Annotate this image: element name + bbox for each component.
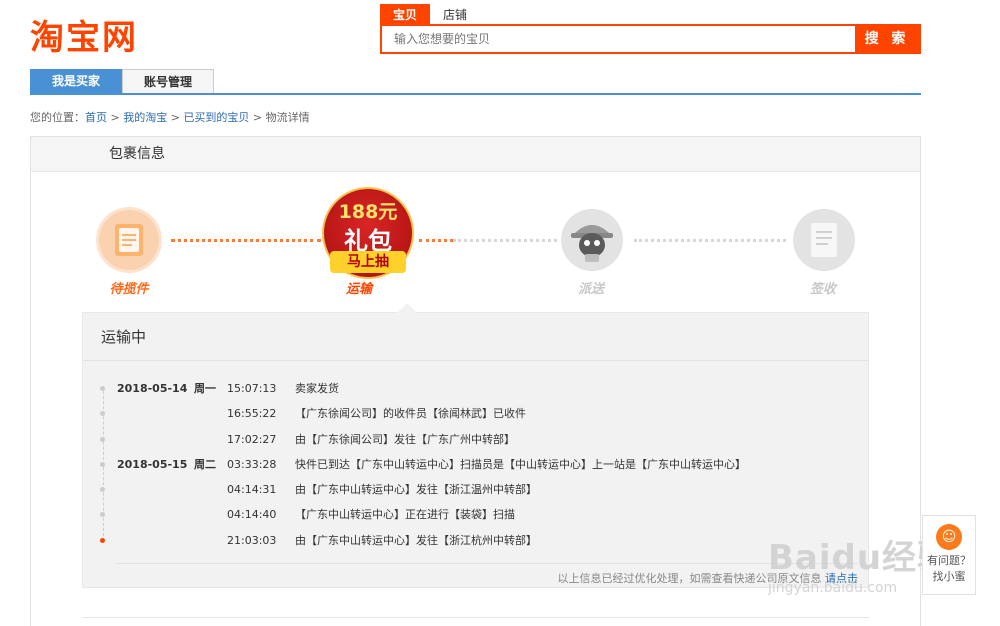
breadcrumb-home[interactable]: 首页 [85, 111, 107, 124]
tracking-timeline: 2018-05-14 周一 15:07:13 卖家发货 16:55:22 【广东徐闻公司… [83, 376, 870, 553]
progress-line-2b [453, 239, 557, 242]
help-assistant-widget[interactable]: ☺ 有问题？ 找小蜜 [922, 515, 976, 595]
timeline-row: 17:02:27 由【广东徐闻公司】发往【广东广州中转部】 [83, 427, 870, 452]
main-nav: 我是买家 账号管理 [30, 69, 921, 95]
timeline-row: 21:03:03 由【广东中山转运中心】发往【浙江杭州中转部】 [83, 528, 870, 553]
tracking-note: 以上信息已经过优化处理，如需查看快递公司原文信息 请点击 [116, 563, 858, 586]
event-desc: 【广东中山转运中心】正在进行【装袋】扫描 [295, 508, 515, 522]
timeline-row: 04:14:31 由【广东中山转运中心】发往【浙江温州中转部】 [83, 477, 870, 502]
breadcrumb-bought-items[interactable]: 已买到的宝贝 [183, 111, 249, 124]
step-pickup-label: 待揽件 [109, 282, 149, 297]
event-desc: 由【广东中山转运中心】发往【浙江杭州中转部】 [295, 533, 537, 547]
event-desc: 卖家发货 [295, 382, 339, 395]
watermark-url: jingyan.baidu.com [768, 580, 898, 596]
event-time: 03:33:28 [227, 457, 277, 471]
tracking-status: 运输中 [83, 313, 868, 361]
timeline-dot [100, 461, 105, 467]
step-signed-icon [791, 207, 857, 273]
nav-tab-buyer[interactable]: 我是买家 [30, 69, 122, 93]
timeline-dot [100, 487, 105, 493]
timeline-row: 2018-05-15 周二 03:33:28 快件已到达【广东中山转运中心】扫描员是【… [83, 452, 870, 477]
search-input[interactable] [382, 26, 855, 52]
progress-line-1 [171, 239, 321, 242]
event-desc: 快件已到达【广东中山转运中心】扫描员是【中山转运中心】上一站是【广东中山转运中心… [295, 457, 746, 471]
event-time: 04:14:40 [227, 508, 277, 522]
timeline-dot [100, 436, 105, 442]
progress-line-3 [634, 239, 786, 242]
progress-line-2a [419, 239, 453, 242]
step-pickup-icon [96, 207, 162, 273]
detail-pointer [397, 303, 417, 313]
breadcrumb-current: 物流详情 [265, 111, 310, 124]
event-date: 2018-05-15 [117, 457, 188, 471]
event-time: 15:07:13 [227, 382, 277, 395]
promo-amount: 188元 [338, 201, 398, 223]
search-tab-items[interactable]: 宝贝 [380, 4, 431, 26]
step-delivery-label: 派送 [577, 282, 604, 297]
event-weekday: 周一 [194, 382, 216, 395]
timeline-dot [100, 411, 105, 417]
taobao-logo[interactable]: 淘宝网 [30, 10, 138, 59]
breadcrumb-separator: > [107, 111, 124, 124]
timeline-row: 2018-05-14 周一 15:07:13 卖家发货 [83, 376, 870, 401]
breadcrumb-prefix: 您的位置： [30, 111, 85, 124]
event-time: 21:03:03 [227, 533, 277, 547]
step-signed-label: 签收 [809, 282, 836, 297]
timeline-dot [100, 386, 105, 391]
event-desc: 【广东徐闻公司】的收件员【徐闻林武】已收件 [295, 407, 526, 421]
breadcrumb-separator: > [167, 111, 184, 124]
search-area: 宝贝 店铺 搜 索 [380, 4, 921, 54]
search-box: 搜 索 [380, 26, 921, 54]
search-tab-underline [380, 24, 921, 26]
nav-tab-account[interactable]: 账号管理 [122, 69, 214, 93]
breadcrumb-my-taobao[interactable]: 我的淘宝 [123, 111, 167, 124]
promo-draw-button[interactable]: 马上抽 [330, 251, 406, 273]
timeline-row: 04:14:40 【广东中山转运中心】正在进行【装袋】扫描 [83, 502, 870, 527]
event-time: 16:55:22 [227, 407, 277, 421]
event-time: 17:02:27 [227, 432, 277, 446]
timeline-dot [100, 512, 105, 518]
timeline-row: 16:55:22 【广东徐闻公司】的收件员【徐闻林武】已收件 [83, 401, 870, 426]
event-time: 04:14:31 [227, 483, 277, 497]
search-button[interactable]: 搜 索 [855, 26, 919, 52]
progress-steps: 待揽件 188元 礼包 马上抽 运输 派送 签收 [31, 137, 922, 312]
helper-line-2: 找小蜜 [932, 570, 966, 583]
event-desc: 由【广东徐闻公司】发往【广东广州中转部】 [295, 432, 515, 446]
step-delivery-icon [559, 207, 625, 273]
tracking-detail: 运输中 2018-05-14 周一 15:07:13 卖家发货 16:55:22 【广东… [82, 303, 870, 588]
search-tabs: 宝贝 店铺 [380, 4, 921, 26]
promo-gift-badge[interactable]: 188元 礼包 马上抽 [322, 187, 414, 279]
breadcrumb: 您的位置：首页 > 我的淘宝 > 已买到的宝贝 > 物流详情 [30, 109, 310, 125]
event-weekday: 周二 [194, 457, 216, 471]
step-transit-label: 运输 [345, 282, 372, 297]
timeline-dot-current [100, 537, 105, 543]
event-date: 2018-05-14 [117, 382, 188, 395]
search-tab-shops[interactable]: 店铺 [430, 4, 480, 26]
event-desc: 由【广东中山转运中心】发往【浙江温州中转部】 [295, 483, 537, 497]
helper-line-1: 有问题？ [927, 554, 971, 567]
assistant-face-icon: ☺ [936, 524, 962, 550]
breadcrumb-separator: > [249, 111, 266, 124]
panel-divider [82, 617, 869, 618]
